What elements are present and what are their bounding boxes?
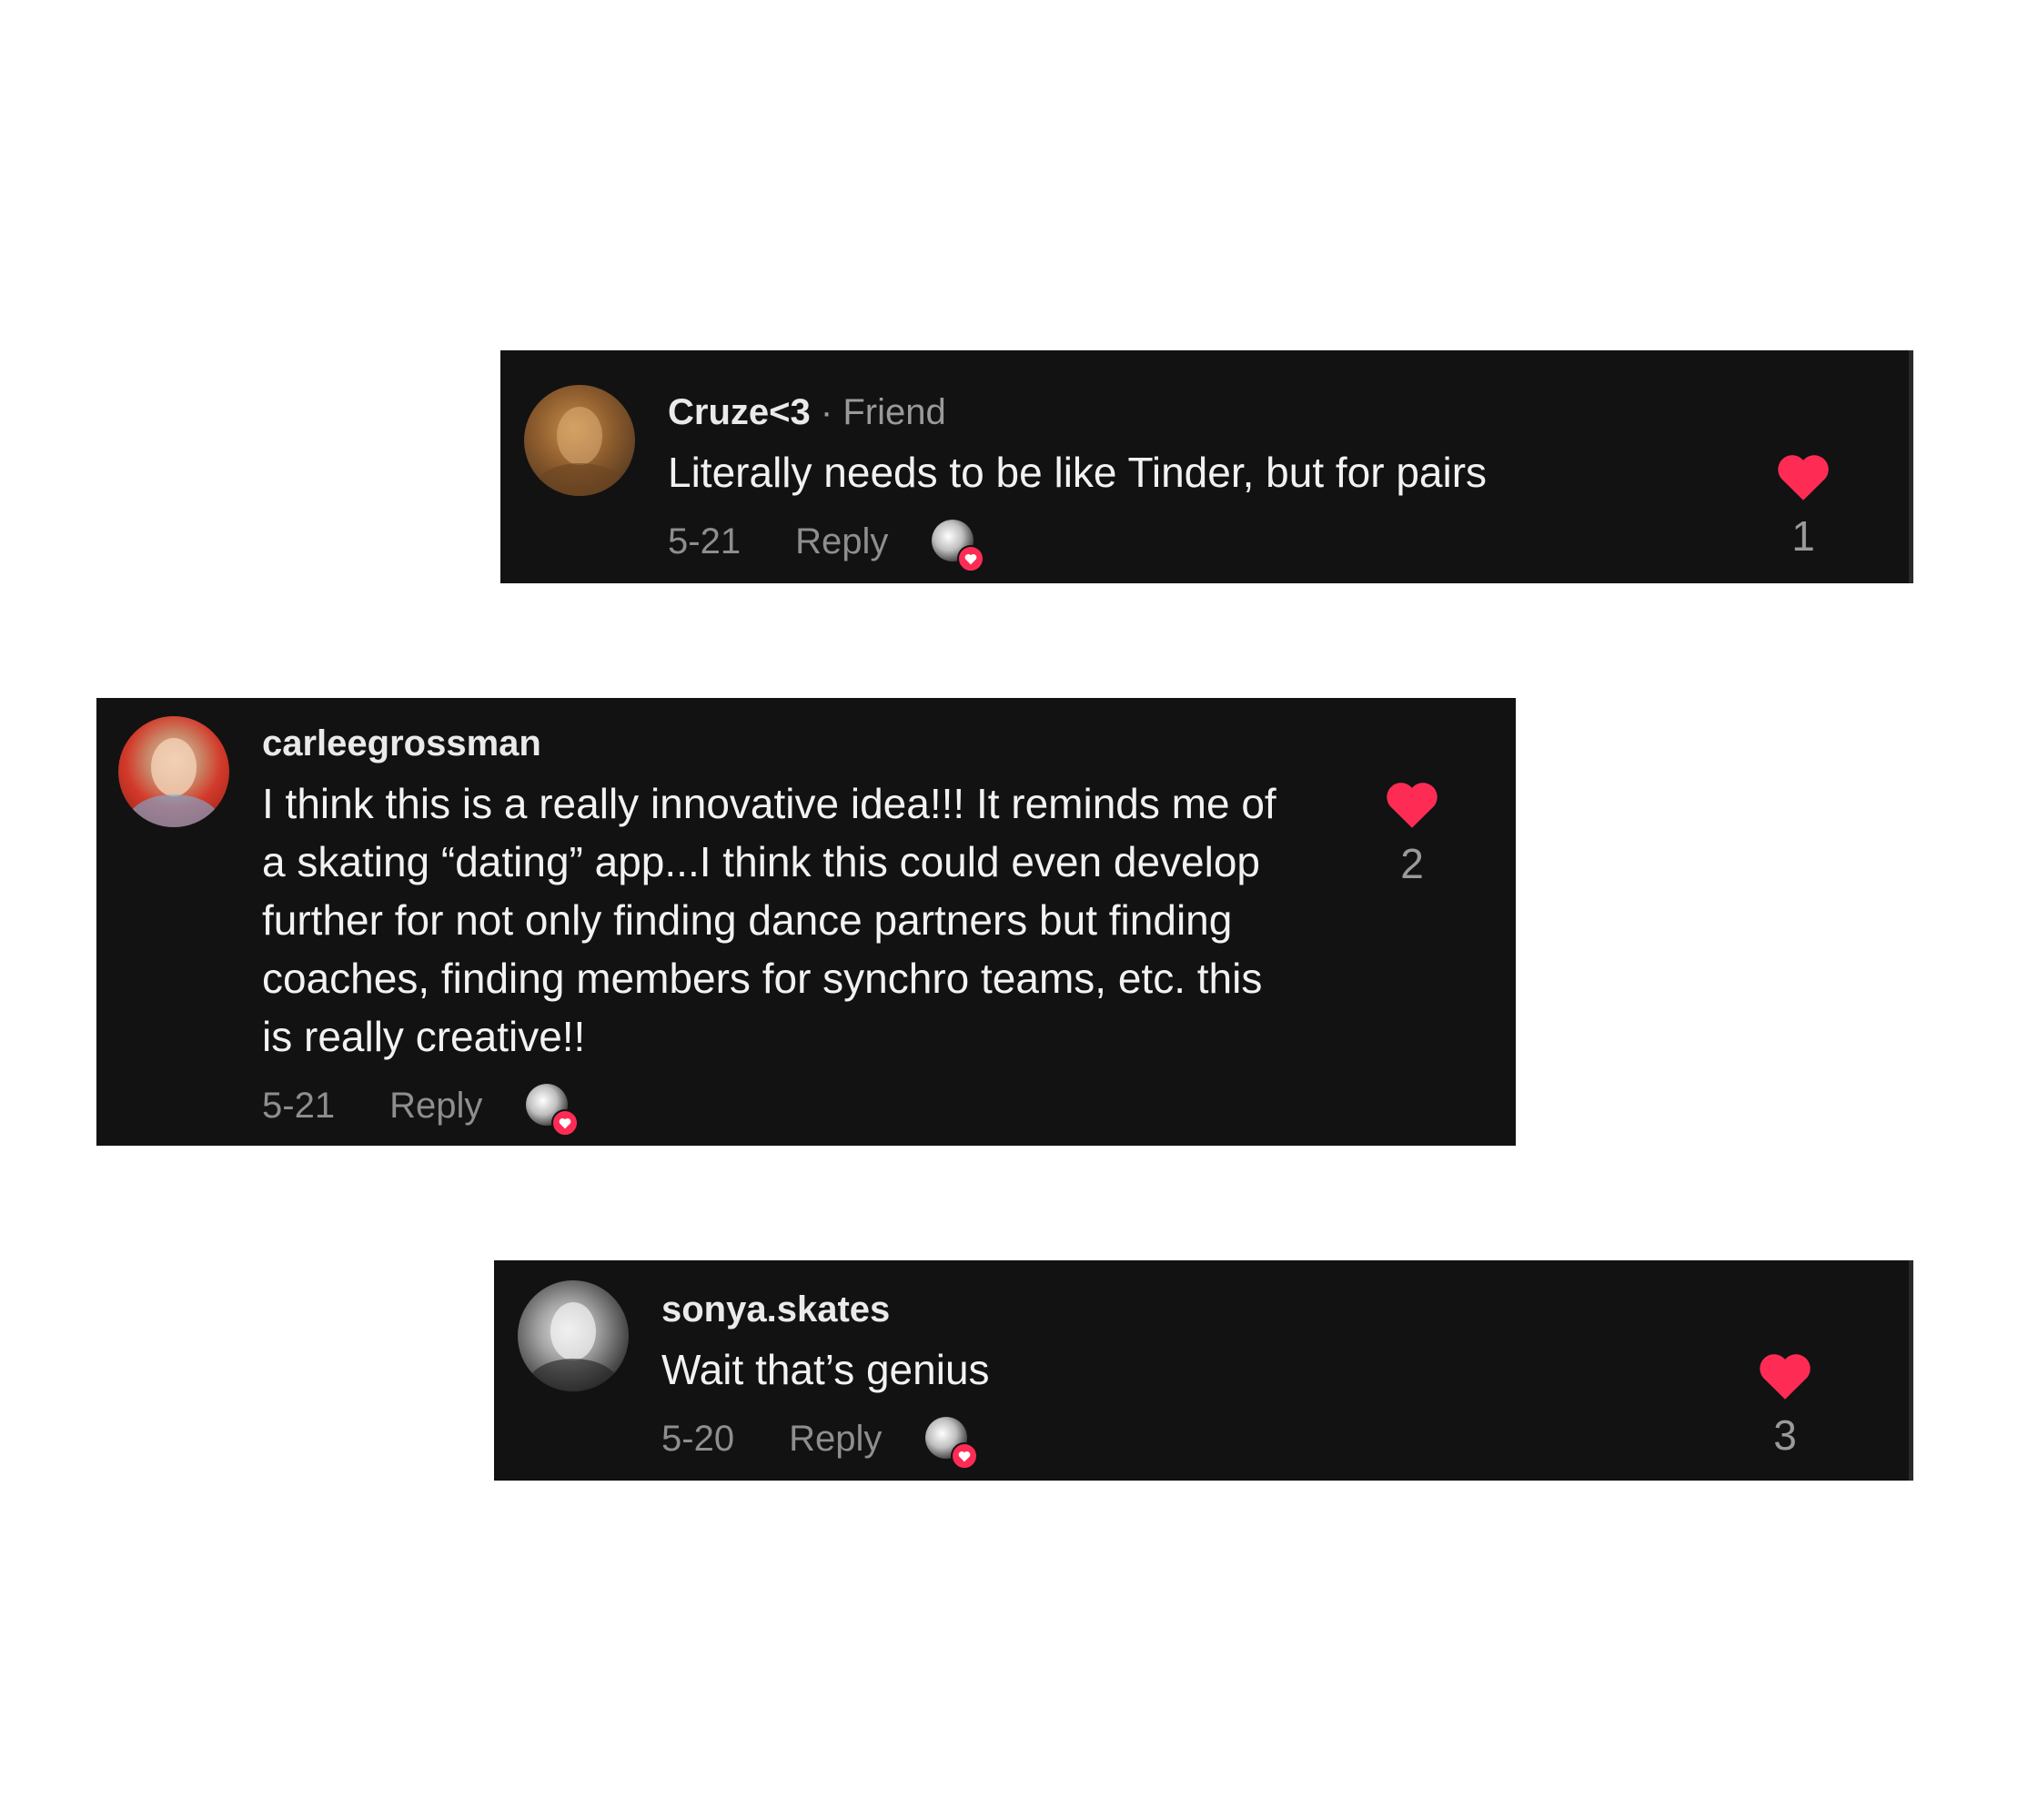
comment-date: 5-21 (668, 521, 742, 561)
avatar-face (151, 738, 197, 796)
commenter-avatar[interactable] (118, 716, 229, 827)
comment-date: 5-20 (661, 1418, 735, 1459)
comment-header: Cruze<3 · Friend (668, 390, 1760, 434)
friend-badge: Friend (842, 392, 946, 432)
like-count: 2 (1400, 840, 1424, 887)
like-block: 3 (1749, 1351, 1821, 1462)
avatar-shoulder (527, 1359, 620, 1391)
commenter-avatar[interactable] (518, 1280, 629, 1391)
heart-badge-icon (957, 545, 985, 572)
avatar-face (557, 407, 602, 465)
comment-content: carleegrossman I think this is a really … (262, 722, 1390, 1137)
like-heart-icon[interactable] (1385, 780, 1439, 829)
like-heart-icon[interactable] (1776, 452, 1831, 501)
comment-meta: 5-20 Reply (661, 1410, 1753, 1470)
comment-header: sonya.skates (661, 1288, 1753, 1331)
comment-text: Literally needs to be like Tinder, but f… (668, 449, 1488, 496)
comment-meta: 5-21 Reply (262, 1077, 1390, 1137)
card-edge (1909, 350, 1913, 583)
creator-liked-icon (932, 520, 985, 572)
like-block: 1 (1767, 452, 1840, 563)
comment-content: sonya.skates Wait that’s genius 5-20 Rep… (661, 1288, 1753, 1470)
header-separator: · (820, 392, 833, 432)
commenter-username[interactable]: sonya.skates (661, 1289, 890, 1330)
reply-button[interactable]: Reply (795, 521, 888, 562)
comment-header: carleegrossman (262, 722, 1390, 765)
card-edge (1909, 1260, 1913, 1481)
comment-date: 5-21 (262, 1085, 336, 1126)
avatar-shoulder (127, 794, 220, 827)
avatar-shoulder (533, 463, 626, 496)
comment-card: carleegrossman I think this is a really … (96, 698, 1516, 1146)
comment-meta: 5-21 Reply (668, 512, 1760, 572)
reply-button[interactable]: Reply (789, 1419, 882, 1460)
commenter-avatar[interactable] (524, 385, 635, 496)
comment-card: sonya.skates Wait that’s genius 5-20 Rep… (494, 1260, 1913, 1481)
heart-badge-icon (951, 1442, 979, 1470)
comment-card: Cruze<3 · Friend Literally needs to be l… (500, 350, 1913, 583)
like-block: 2 (1376, 780, 1448, 891)
like-count: 3 (1773, 1411, 1797, 1459)
like-heart-icon[interactable] (1758, 1351, 1812, 1400)
commenter-username[interactable]: carleegrossman (262, 723, 541, 763)
reply-button[interactable]: Reply (389, 1086, 482, 1127)
like-count: 1 (1791, 512, 1815, 560)
avatar-face (550, 1302, 596, 1360)
comment-text: Wait that’s genius (661, 1346, 990, 1393)
heart-badge-icon (551, 1109, 580, 1137)
commenter-username[interactable]: Cruze<3 (668, 392, 811, 432)
comment-text: I think this is a really innovative idea… (262, 780, 1276, 1060)
creator-liked-icon (925, 1417, 979, 1470)
comment-content: Cruze<3 · Friend Literally needs to be l… (668, 390, 1760, 572)
creator-liked-icon (526, 1084, 580, 1137)
